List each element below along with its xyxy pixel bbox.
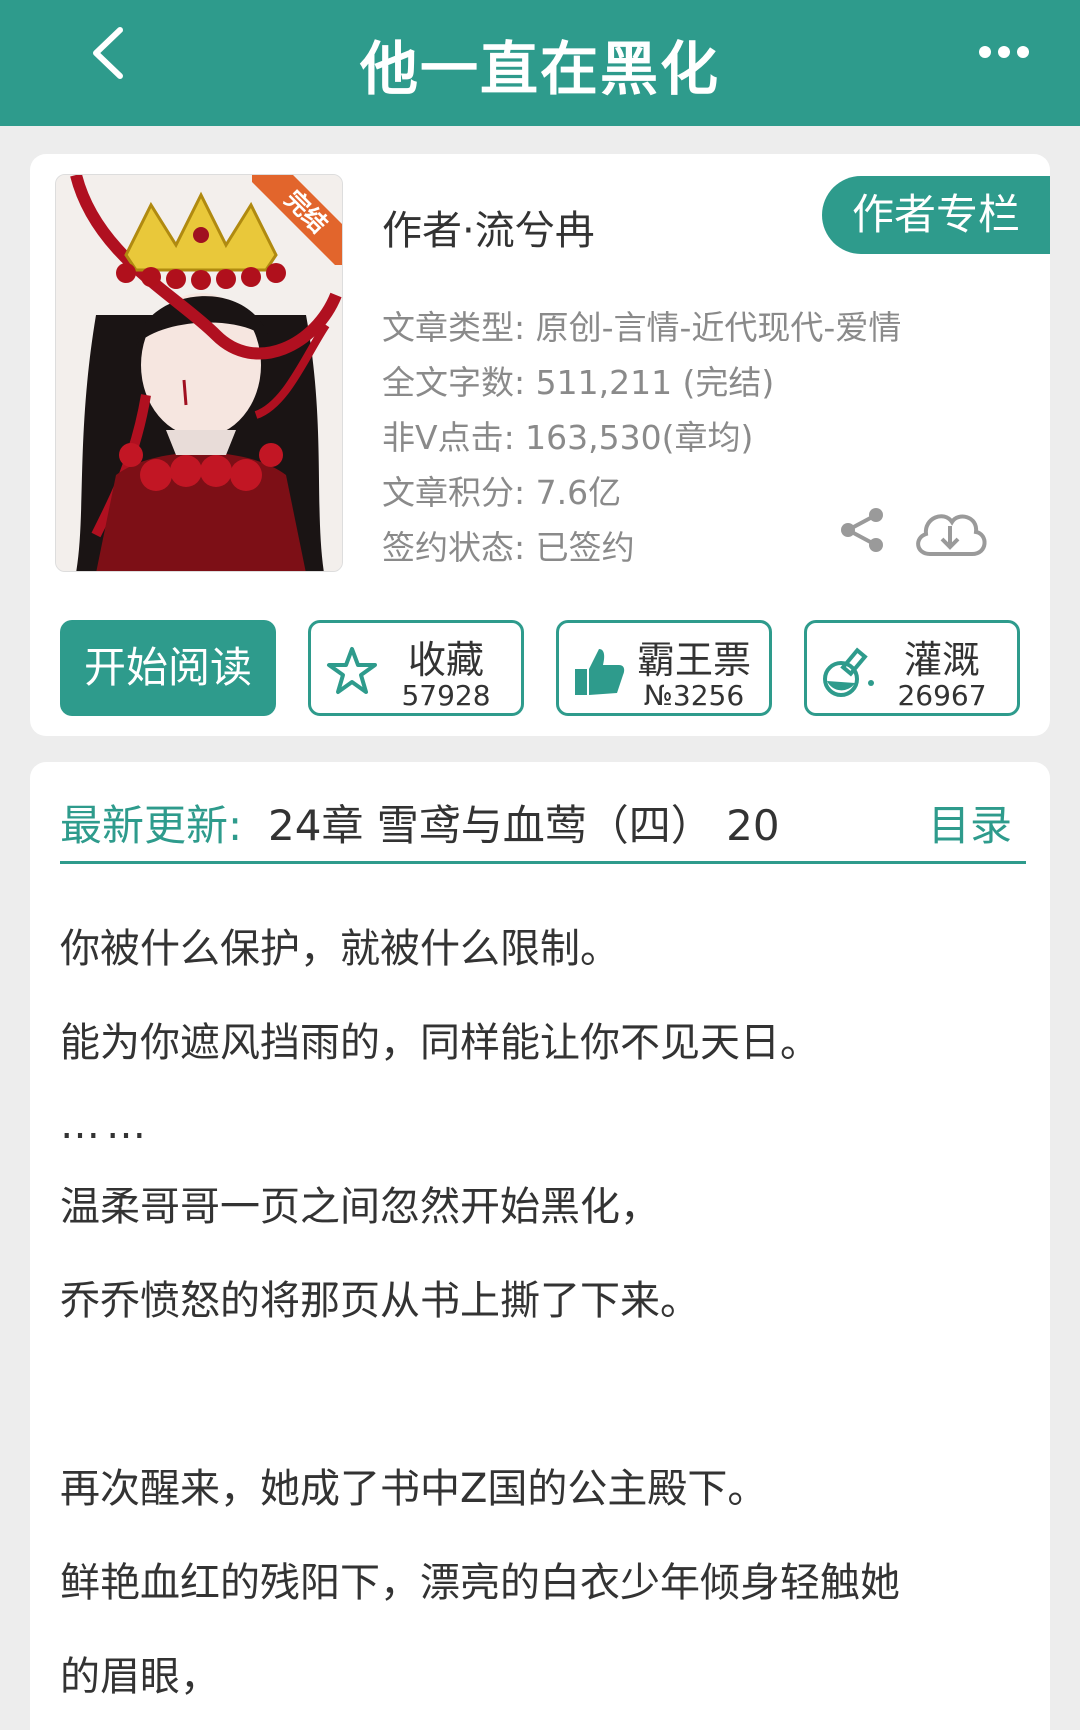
page-title: 他一直在黑化 <box>359 35 720 103</box>
summary-line: 再次醒来，她成了书中Z国的公主殿下。 <box>60 1466 768 1512</box>
latest-update-row[interactable]: 最新更新: 24章 雪鸢与血莺（四） 20 目录 <box>60 792 1026 864</box>
water-count: 26967 <box>897 679 987 712</box>
latest-update-label: 最新更新: <box>60 801 243 850</box>
share-icon[interactable] <box>838 506 886 554</box>
book-meta-list: 文章类型: 原创-言情-近代现代-爱情 全文字数: 511,211 (完结) 非… <box>382 300 901 575</box>
ticket-count: №3256 <box>643 679 745 712</box>
meta-clicks: 非Ⅴ点击: 163,530(章均) <box>382 418 754 457</box>
summary-line: 能为你遮风挡雨的，同样能让你不见天日。 <box>60 1020 820 1066</box>
meta-word-count: 全文字数: 511,211 (完结) <box>382 363 775 402</box>
author-name[interactable]: 作者·流兮冉 <box>382 198 595 256</box>
download-icon[interactable] <box>910 504 990 560</box>
top-app-bar: 他一直在黑化 <box>0 0 1080 126</box>
summary-ellipsis: …… <box>60 1102 152 1148</box>
more-options-icon[interactable] <box>978 44 1030 60</box>
ticket-label: 霸王票 <box>636 638 751 682</box>
water-button[interactable]: 灌溉 26967 <box>804 620 1020 716</box>
favorite-count: 57928 <box>401 679 491 712</box>
status-ribbon: 完结 <box>252 175 342 265</box>
favorite-button[interactable]: 收藏 57928 <box>308 620 524 716</box>
summary-blank-line <box>60 1348 1026 1442</box>
meta-score: 文章积分: 7.6亿 <box>382 473 622 512</box>
author-column-button[interactable]: 作者专栏 <box>822 176 1050 254</box>
summary-line: 你被什么保护，就被什么限制。 <box>60 926 620 972</box>
favorite-label: 收藏 <box>407 638 484 682</box>
start-reading-button[interactable]: 开始阅读 <box>60 620 276 716</box>
meta-contract-status: 签约状态: 已签约 <box>382 528 635 567</box>
book-cover-image[interactable]: 完结 <box>55 174 343 572</box>
book-info-card: 完结 作者·流兮冉 作者专栏 文章类型: 原创-言情-近代现代-爱情 全文字数:… <box>30 154 1050 736</box>
completed-badge: 完结 <box>252 175 342 265</box>
summary-line: 的眉眼， <box>60 1654 220 1700</box>
latest-chapter-marquee[interactable]: 24章 雪鸢与血莺（四） 20 <box>268 792 848 852</box>
water-label: 灌溉 <box>903 638 980 682</box>
table-of-contents-link[interactable]: 目录 <box>928 792 1012 853</box>
book-summary: 你被什么保护，就被什么限制。 能为你遮风挡雨的，同样能让你不见天日。 …… 温柔… <box>60 902 1026 1724</box>
summary-line: 乔乔愤怒的将那页从书上撕了下来。 <box>60 1278 700 1324</box>
meta-genre: 文章类型: 原创-言情-近代现代-爱情 <box>382 308 902 347</box>
summary-line: 温柔哥哥一页之间忽然开始黑化， <box>60 1184 660 1230</box>
ticket-button[interactable]: 霸王票 №3256 <box>556 620 772 716</box>
book-description-card: 最新更新: 24章 雪鸢与血莺（四） 20 目录 你被什么保护，就被什么限制。 … <box>30 762 1050 1730</box>
summary-line: 鲜艳血红的残阳下，漂亮的白衣少年倾身轻触她 <box>60 1560 900 1606</box>
